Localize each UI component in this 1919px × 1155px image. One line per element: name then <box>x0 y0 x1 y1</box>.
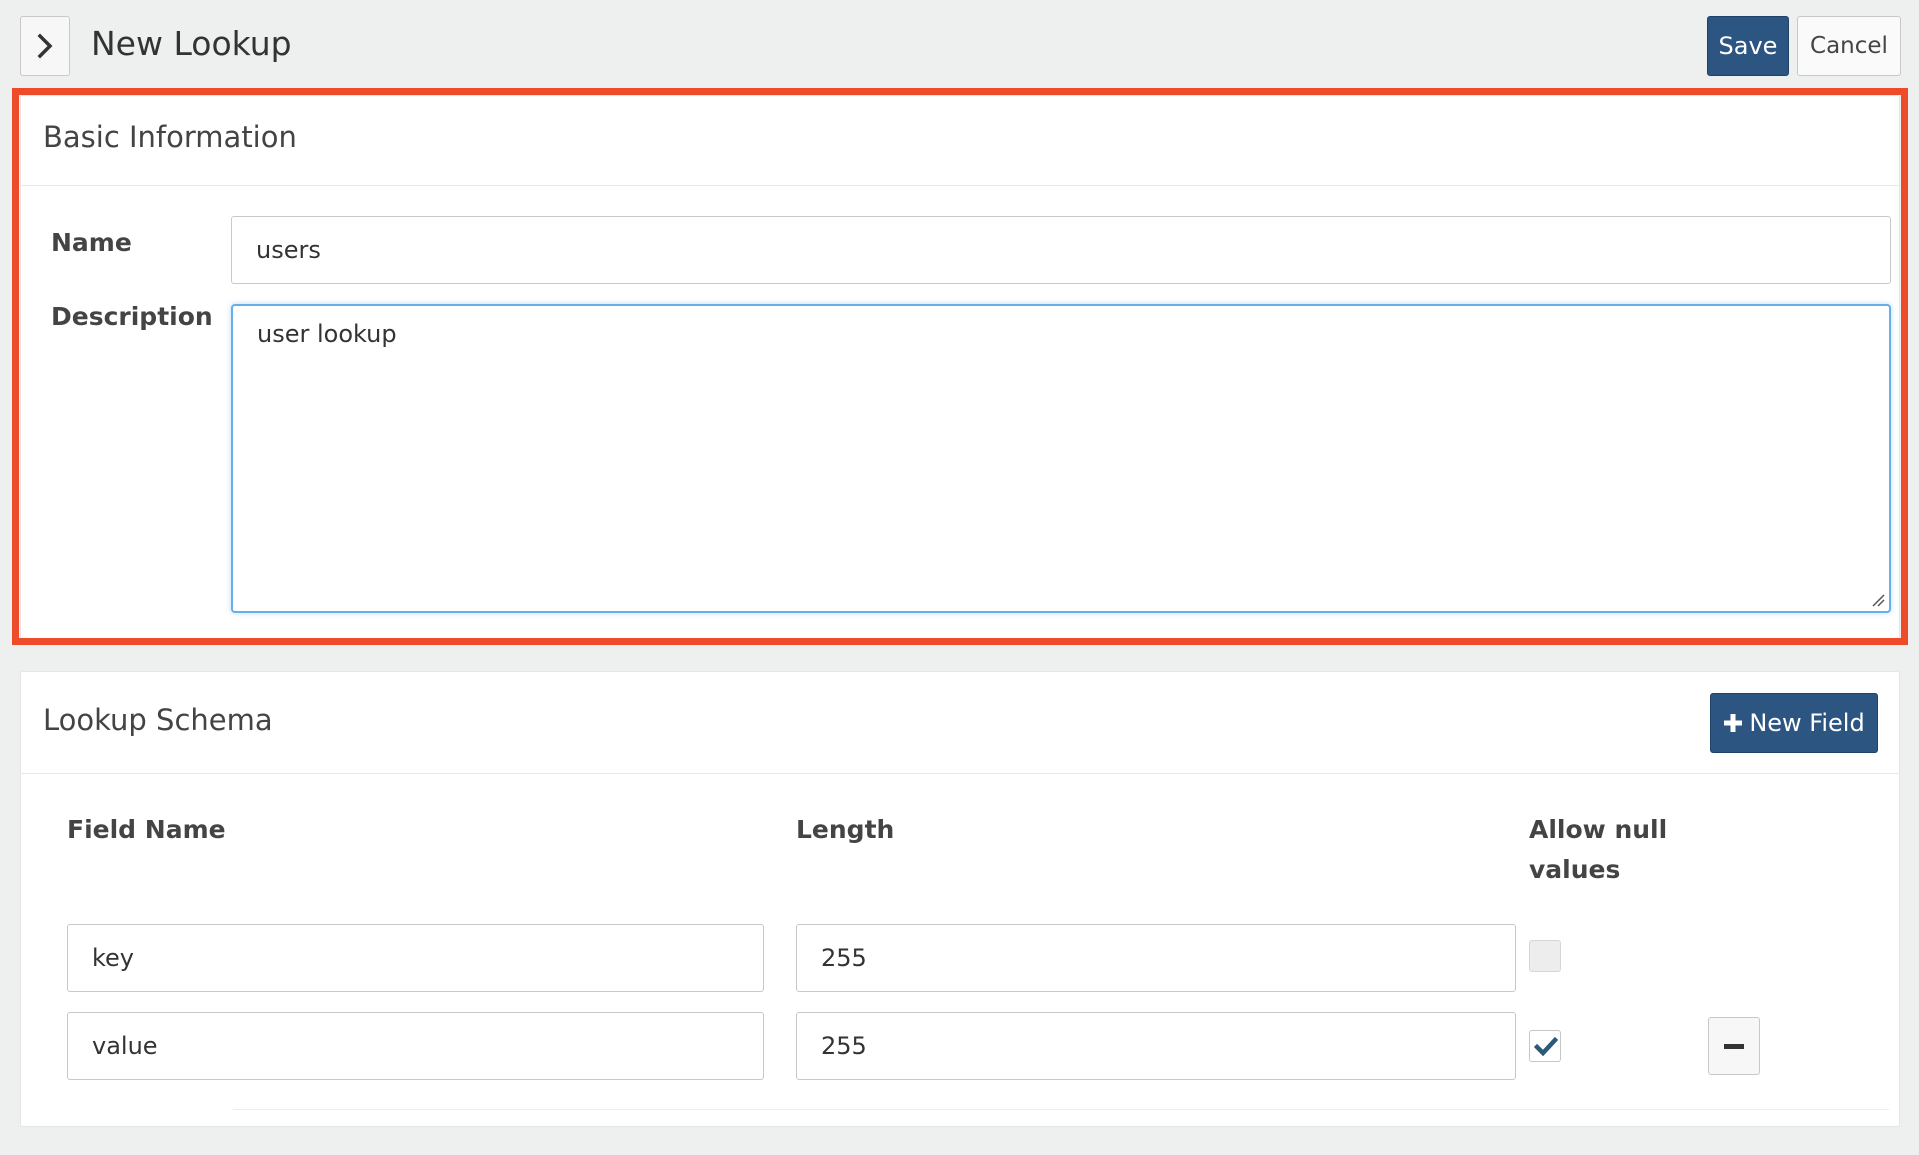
new-field-button[interactable]: New Field <box>1710 693 1878 753</box>
header: New Lookup Save Cancel <box>0 0 1919 88</box>
lookup-schema-panel: Lookup Schema New Field Field Name Lengt… <box>20 671 1900 1127</box>
field-name-input-value[interactable]: value <box>67 1012 764 1080</box>
column-header-allow-null: Allow null values <box>1529 815 1668 884</box>
divider <box>233 1109 1889 1110</box>
lookup-schema-title: Lookup Schema <box>43 703 273 737</box>
column-header-field-name: Field Name <box>67 815 226 844</box>
sidebar-toggle-button[interactable] <box>20 16 70 76</box>
allow-null-checkbox-key[interactable] <box>1529 940 1561 972</box>
field-name-input-key[interactable]: key <box>67 924 764 992</box>
lookup-schema-heading: Lookup Schema New Field <box>21 672 1899 774</box>
save-button[interactable]: Save <box>1707 16 1789 76</box>
length-input-value[interactable]: 255 <box>796 1012 1516 1080</box>
minus-icon <box>1724 1043 1744 1049</box>
chevron-right-icon <box>37 33 53 59</box>
column-header-length: Length <box>796 815 895 844</box>
remove-field-button[interactable] <box>1708 1017 1760 1075</box>
allow-null-checkbox-value[interactable] <box>1529 1030 1561 1062</box>
plus-icon <box>1724 714 1743 732</box>
length-input-key[interactable]: 255 <box>796 924 1516 992</box>
cancel-button[interactable]: Cancel <box>1797 16 1901 76</box>
checkmark-icon <box>1534 1036 1558 1057</box>
new-field-label: New Field <box>1749 709 1865 737</box>
highlight-box <box>12 88 1908 645</box>
page-title: New Lookup <box>91 24 292 63</box>
page: New Lookup Save Cancel Basic Information… <box>0 0 1919 1155</box>
